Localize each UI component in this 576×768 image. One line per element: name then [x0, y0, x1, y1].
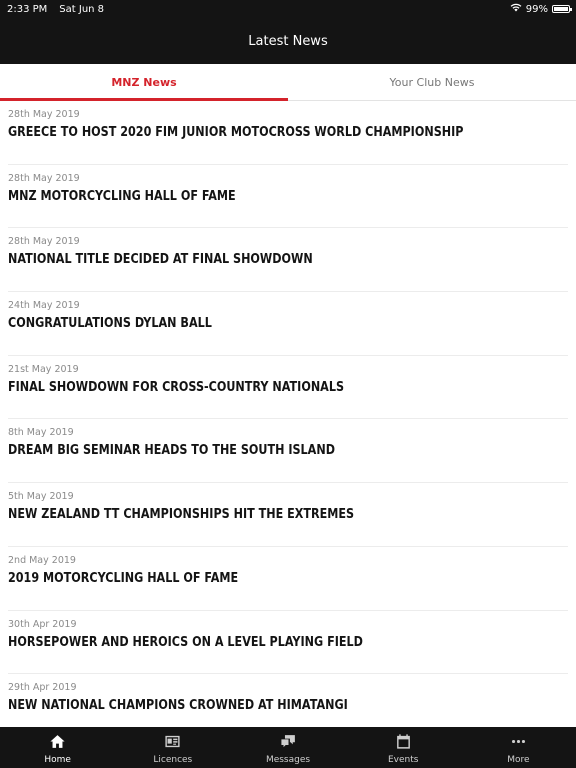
tabbar-label: Licences — [153, 755, 193, 765]
tab-your-club-news[interactable]: Your Club News — [288, 64, 576, 100]
news-title: CONGRATULATIONS DYLAN BALL — [8, 316, 212, 332]
news-date: 24th May 2019 — [8, 300, 80, 312]
news-title: GREECE TO HOST 2020 FIM JUNIOR MOTOCROSS… — [8, 125, 464, 140]
tabbar-home[interactable]: Home — [0, 727, 115, 768]
news-date: 28th May 2019 — [8, 236, 80, 248]
bottom-tab-bar: Home Licences Messages Events More — [0, 727, 576, 768]
news-item[interactable]: 28th May 2019 GREECE TO HOST 2020 FIM JUN… — [8, 101, 568, 165]
battery-level-fill — [554, 7, 568, 11]
news-title: DREAM BIG SEMINAR HEADS TO THE SOUTH ISL… — [8, 443, 335, 459]
news-title: FINAL SHOWDOWN FOR CROSS-COUNTRY NATIONA… — [8, 379, 345, 395]
news-list[interactable]: 28th May 2019 GREECE TO HOST 2020 FIM JUN… — [0, 101, 576, 727]
news-item[interactable]: 2nd May 2019 2019 MOTORCYCLING HALL OF FA… — [8, 547, 568, 611]
news-date: 29th Apr 2019 — [8, 682, 77, 694]
news-title: 2019 MOTORCYCLING HALL OF FAME — [8, 570, 239, 586]
news-item[interactable]: 30th Apr 2019 HORSEPOWER AND HEROICS ON A… — [8, 611, 568, 675]
news-item[interactable]: 8th May 2019 DREAM BIG SEMINAR HEADS TO T… — [8, 419, 568, 484]
tabbar-messages[interactable]: Messages — [230, 727, 345, 768]
tabbar-label: Messages — [265, 755, 311, 765]
tabbar-label: Events — [387, 755, 419, 765]
messages-icon — [280, 733, 297, 753]
news-date: 5th May 2019 — [8, 491, 74, 503]
tabbar-more[interactable]: More — [461, 727, 576, 768]
news-item[interactable]: 5th May 2019 NEW ZEALAND TT CHAMPIONSHIPS… — [8, 483, 568, 547]
status-bar: 2:33 PM Sat Jun 8 99% — [0, 0, 576, 18]
news-date: 28th May 2019 — [8, 172, 80, 184]
tabbar-licences[interactable]: Licences — [115, 727, 230, 768]
battery-icon — [552, 5, 572, 13]
tab-label: Your Club News — [389, 75, 475, 89]
news-item[interactable]: 28th May 2019 MNZ MOTORCYCLING HALL OF FA… — [8, 165, 568, 229]
news-date: 8th May 2019 — [8, 427, 74, 439]
news-date: 2nd May 2019 — [8, 554, 76, 566]
navigation-bar: Latest News — [0, 18, 576, 64]
news-item[interactable]: 24th May 2019 CONGRATULATIONS DYLAN BALL — [8, 292, 568, 356]
news-source-tabs: MNZ News Your Club News — [0, 64, 576, 101]
news-date: 21st May 2019 — [8, 363, 79, 375]
news-title: NEW ZEALAND TT CHAMPIONSHIPS HIT THE EXT… — [8, 507, 355, 523]
tabbar-label: More — [507, 755, 530, 765]
news-item[interactable]: 28th May 2019 NATIONAL TITLE DECIDED AT F… — [8, 228, 568, 293]
news-title: MNZ MOTORCYCLING HALL OF FAME — [8, 188, 236, 204]
news-date: 28th May 2019 — [8, 109, 80, 120]
calendar-icon — [395, 733, 412, 753]
status-indicators: 99% — [510, 0, 572, 18]
home-icon — [49, 733, 66, 753]
tabbar-label: Home — [44, 755, 71, 765]
status-time: 2:33 PM — [7, 3, 48, 15]
news-item[interactable]: 29th Apr 2019 NEW NATIONAL CHAMPIONS CROW… — [8, 674, 568, 727]
tab-mnz-news[interactable]: MNZ News — [0, 64, 288, 101]
tab-label: MNZ News — [111, 75, 177, 89]
news-title: NATIONAL TITLE DECIDED AT FINAL SHOWDOWN — [8, 252, 313, 268]
battery-percent: 99% — [525, 3, 548, 15]
more-dots-icon — [510, 733, 527, 753]
wifi-icon — [510, 3, 522, 15]
news-title: NEW NATIONAL CHAMPIONS CROWNED AT HIMATA… — [8, 698, 348, 714]
news-title: HORSEPOWER AND HEROICS ON A LEVEL PLAYIN… — [8, 634, 363, 650]
licence-card-icon — [164, 733, 181, 753]
status-date: Sat Jun 8 — [59, 3, 105, 15]
news-item[interactable]: 21st May 2019 FINAL SHOWDOWN FOR CROSS-CO… — [8, 356, 568, 420]
page-title: Latest News — [248, 33, 328, 49]
tabbar-events[interactable]: Events — [346, 727, 461, 768]
news-date: 30th Apr 2019 — [8, 618, 77, 630]
